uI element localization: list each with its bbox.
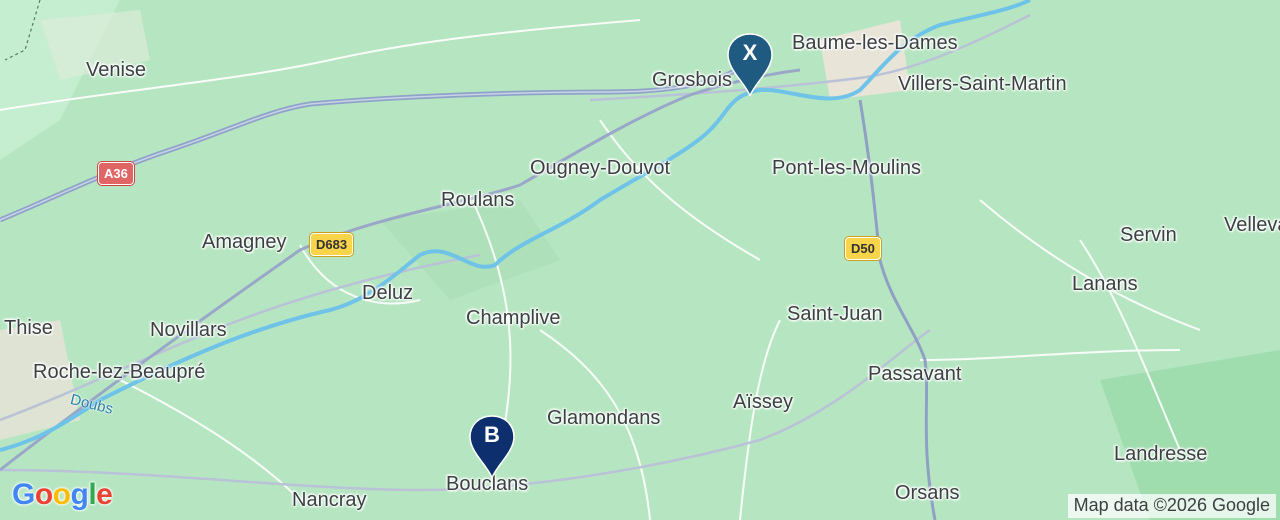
place-label-novillars[interactable]: Novillars xyxy=(150,320,227,340)
place-label-thise[interactable]: Thise xyxy=(4,318,53,338)
place-label-roulans[interactable]: Roulans xyxy=(441,190,514,210)
place-label-landresse[interactable]: Landresse xyxy=(1114,444,1207,464)
map-marker-x[interactable]: X xyxy=(724,32,776,99)
place-label-villers-saint-martin[interactable]: Villers-Saint-Martin xyxy=(898,74,1067,94)
place-label-deluz[interactable]: Deluz xyxy=(362,283,413,303)
place-label-lanans[interactable]: Lanans xyxy=(1072,274,1138,294)
place-label-champlive[interactable]: Champlive xyxy=(466,308,560,328)
place-label-aissey[interactable]: Aïssey xyxy=(733,392,793,412)
place-label-venise[interactable]: Venise xyxy=(86,60,146,80)
place-label-vellevans[interactable]: Vellevans xyxy=(1224,215,1280,235)
map-marker-b[interactable]: B xyxy=(466,414,518,481)
place-label-passavant[interactable]: Passavant xyxy=(868,364,961,384)
place-label-baume-les-dames[interactable]: Baume-les-Dames xyxy=(792,33,958,53)
map-base-layer xyxy=(0,0,1280,520)
marker-label-x: X xyxy=(742,40,758,65)
map-attribution[interactable]: Map data ©2026 Google xyxy=(1067,494,1276,518)
place-label-grosbois[interactable]: Grosbois xyxy=(652,70,732,90)
marker-label-b: B xyxy=(484,422,500,447)
place-label-servin[interactable]: Servin xyxy=(1120,225,1177,245)
place-label-ougney-douvot[interactable]: Ougney-Douvot xyxy=(530,158,670,178)
map-canvas[interactable]: Venise Grosbois Baume-les-Dames Villers-… xyxy=(0,0,1280,520)
place-label-roche-lez-beaupre[interactable]: Roche-lez-Beaupré xyxy=(33,362,205,382)
google-logo[interactable]: Google xyxy=(12,478,113,512)
place-label-amagney[interactable]: Amagney xyxy=(202,232,287,252)
road-shield-a36[interactable]: A36 xyxy=(98,162,134,185)
place-label-nancray[interactable]: Nancray xyxy=(292,490,366,510)
road-shield-d50[interactable]: D50 xyxy=(845,237,881,260)
place-label-saint-juan[interactable]: Saint-Juan xyxy=(787,304,883,324)
place-label-pont-les-moulins[interactable]: Pont-les-Moulins xyxy=(772,158,921,178)
place-label-glamondans[interactable]: Glamondans xyxy=(547,408,660,428)
road-shield-d683[interactable]: D683 xyxy=(310,233,354,256)
place-label-orsans[interactable]: Orsans xyxy=(895,483,959,503)
